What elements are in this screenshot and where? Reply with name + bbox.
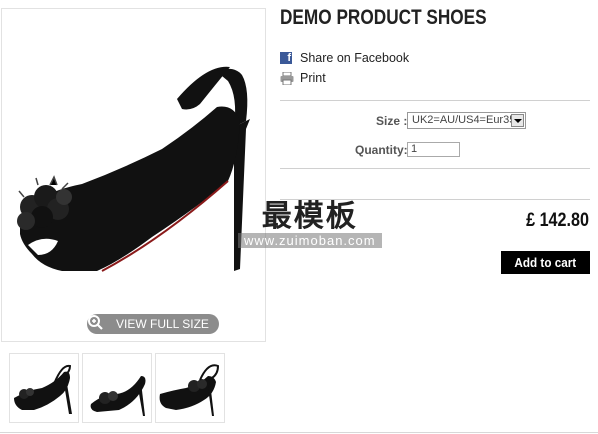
quantity-input[interactable]: 1: [407, 142, 460, 157]
zoom-in-icon: [88, 315, 110, 332]
product-price: £ 142.80: [526, 210, 589, 231]
divider: [0, 432, 598, 433]
divider: [280, 199, 590, 200]
thumbnail-shoe-image: [14, 364, 72, 414]
chevron-down-icon[interactable]: [511, 114, 524, 127]
product-title: DEMO PRODUCT SHOES: [280, 6, 487, 29]
thumbnail-shoe-image: [90, 376, 146, 416]
print-link[interactable]: Print: [280, 71, 326, 85]
main-product-image[interactable]: VIEW FULL SIZE: [1, 8, 266, 342]
size-selected-value: UK2=AU/US4=Eur35: [412, 114, 512, 126]
add-to-cart-label: Add to cart: [514, 255, 577, 270]
quantity-label: Quantity:: [355, 143, 408, 157]
share-facebook-label: Share on Facebook: [300, 51, 410, 65]
view-full-size-label: VIEW FULL SIZE: [116, 317, 209, 331]
divider: [280, 100, 590, 101]
divider: [280, 168, 590, 169]
print-label: Print: [300, 71, 326, 85]
thumbnail-shoe-image: [159, 364, 220, 416]
printer-icon: [280, 71, 294, 85]
size-label: Size :: [376, 114, 408, 128]
add-to-cart-button[interactable]: Add to cart: [501, 251, 590, 274]
size-select[interactable]: UK2=AU/US4=Eur35: [407, 112, 526, 129]
view-full-size-button[interactable]: VIEW FULL SIZE: [87, 314, 219, 334]
thumbnail-3[interactable]: [155, 353, 225, 423]
thumbnail-1[interactable]: [9, 353, 79, 423]
share-facebook-link[interactable]: f Share on Facebook: [280, 51, 409, 65]
thumbnail-2[interactable]: [82, 353, 152, 423]
shoe-image: [17, 66, 250, 272]
facebook-icon: f: [280, 52, 292, 64]
